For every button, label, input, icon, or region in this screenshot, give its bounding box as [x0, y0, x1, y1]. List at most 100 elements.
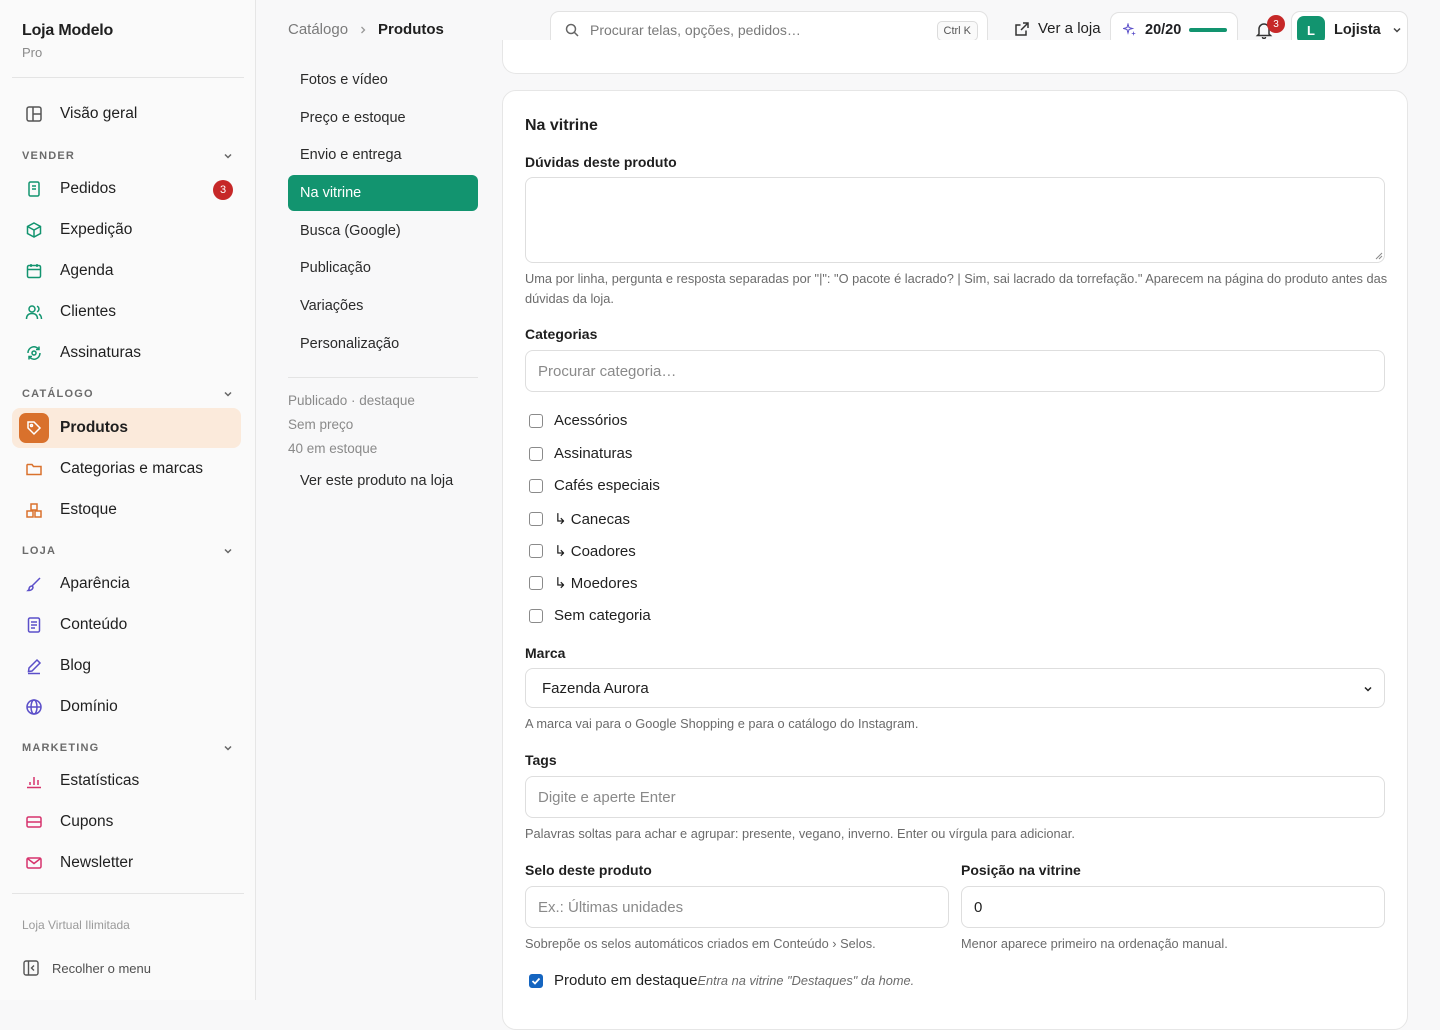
subnav-item-envio[interactable]: Envio e entrega — [288, 137, 478, 173]
checkbox[interactable] — [529, 413, 543, 428]
sidebar-item-label: Conteúdo — [60, 616, 128, 633]
breadcrumb: Catálogo Produtos — [288, 21, 444, 38]
sidebar-item-blog[interactable]: Blog — [12, 647, 241, 685]
checkbox-checked[interactable] — [529, 973, 543, 988]
sidebar-item-clientes[interactable]: Clientes — [12, 293, 241, 331]
category-checkbox[interactable]: ↳ Canecas — [529, 510, 630, 528]
checkbox[interactable] — [529, 512, 543, 526]
sidebar-item-overview[interactable]: Visão geral — [12, 95, 241, 133]
position-help: Menor aparece primeiro na ordenação manu… — [961, 936, 1228, 951]
view-store-link[interactable]: Ver a loja — [1014, 20, 1101, 37]
sidebar-item-categorias[interactable]: Categorias e marcas — [12, 450, 241, 488]
category-label: ↳ Coadores — [554, 543, 636, 560]
divider — [288, 377, 478, 378]
chevron-down-icon — [1364, 686, 1372, 692]
checkbox[interactable] — [529, 576, 543, 590]
section-title: VENDER — [22, 150, 76, 162]
resize-handle-icon[interactable] — [1375, 252, 1383, 260]
user-name: Lojista — [1334, 22, 1381, 38]
sidebar-item-label: Estatísticas — [60, 772, 140, 789]
chevron-down-icon — [224, 548, 232, 554]
brand-select[interactable]: Fazenda Aurora — [525, 668, 1385, 708]
quota-progress-fill — [1189, 28, 1228, 32]
section-title: CATÁLOGO — [22, 388, 94, 400]
sidebar-item-label: Agenda — [60, 262, 114, 279]
category-checkbox[interactable]: Sem categoria — [529, 607, 651, 624]
sidebar-item-produtos[interactable]: Produtos — [12, 408, 241, 448]
sidebar-item-cupons[interactable]: Cupons — [12, 803, 241, 841]
sidebar-item-conteudo[interactable]: Conteúdo — [12, 606, 241, 644]
sidebar-item-label: Produtos — [60, 419, 129, 436]
brand-select-value: Fazenda Aurora — [542, 679, 649, 697]
breadcrumb-parent[interactable]: Catálogo — [288, 21, 348, 38]
brand-plan: Pro — [22, 45, 43, 60]
section-title: Na vitrine — [525, 117, 598, 134]
subnav-item-publicacao[interactable]: Publicação — [288, 250, 478, 286]
category-checkbox[interactable]: Acessórios — [529, 412, 627, 429]
sidebar-item-label: Cupons — [60, 813, 114, 830]
brand: Loja Modelo Pro — [22, 22, 113, 60]
collapse-menu-button[interactable]: Recolher o menu — [22, 959, 151, 977]
sidebar-item-assinaturas[interactable]: Assinaturas — [12, 334, 241, 372]
category-checkbox[interactable]: Cafés especiais — [529, 477, 660, 494]
sidebar-item-aparencia[interactable]: Aparência — [12, 565, 241, 603]
sidebar: Loja Modelo Pro Visão geral VENDER Pedid… — [0, 0, 256, 1000]
quota-progress — [1189, 28, 1228, 32]
position-label: Posição na vitrine — [961, 862, 1081, 878]
collapse-label: Recolher o menu — [52, 960, 151, 976]
tags-help: Palavras soltas para achar e agrupar: pr… — [525, 826, 1075, 841]
section-vender-toggle[interactable]: VENDER — [22, 150, 234, 162]
checkmark-icon — [531, 977, 541, 985]
sidebar-item-label: Expedição — [60, 221, 133, 238]
sidebar-item-estoque[interactable]: Estoque — [12, 491, 241, 529]
category-checkbox[interactable]: ↳ Coadores — [529, 542, 636, 560]
sidebar-item-label: Blog — [60, 657, 92, 674]
sidebar-item-agenda[interactable]: Agenda — [12, 252, 241, 290]
sidebar-item-estatisticas[interactable]: Estatísticas — [12, 762, 241, 800]
sidebar-item-pedidos[interactable]: Pedidos 3 — [12, 170, 241, 208]
featured-help: Entra na vitrine "Destaques" da home. — [697, 973, 915, 988]
subnav-item-vitrine[interactable]: Na vitrine — [288, 175, 478, 211]
product-section-nav: Fotos e vídeo Preço e estoque Envio e en… — [256, 60, 502, 1000]
checkbox[interactable] — [529, 446, 543, 461]
subnav-item-variacoes[interactable]: Variações — [288, 288, 478, 324]
faq-help: Uma por linha, pergunta e resposta separ… — [525, 271, 1388, 306]
checkbox[interactable] — [529, 608, 543, 623]
seal-input[interactable]: Ex.: Últimas unidades — [525, 886, 949, 928]
sidebar-item-label: Domínio — [60, 698, 118, 715]
checkbox[interactable] — [529, 478, 543, 493]
category-checkbox[interactable]: Assinaturas — [529, 445, 632, 462]
category-search-input[interactable]: Procurar categoria… — [525, 350, 1385, 392]
featured-checkbox[interactable]: Produto em destaque Entra na vitrine "De… — [529, 972, 914, 989]
section-marketing-toggle[interactable]: MARKETING — [22, 742, 234, 754]
category-label: Acessórios — [554, 412, 628, 429]
category-checkbox[interactable]: ↳ Moedores — [529, 574, 637, 592]
category-label: ↳ Canecas — [554, 511, 630, 528]
sidebar-item-expedicao[interactable]: Expedição — [12, 211, 241, 249]
subnav-item-fotos[interactable]: Fotos e vídeo — [288, 62, 478, 98]
sidebar-item-label: Assinaturas — [60, 344, 141, 361]
category-label: ↳ Moedores — [554, 575, 638, 592]
tags-input[interactable]: Digite e aperte Enter — [525, 776, 1385, 818]
section-loja-toggle[interactable]: LOJA — [22, 545, 234, 557]
notifications-button[interactable]: 3 — [1252, 15, 1285, 42]
subnav-item-preco[interactable]: Preço e estoque — [288, 100, 478, 136]
section-catalogo-toggle[interactable]: CATÁLOGO — [22, 388, 234, 400]
faq-textarea[interactable] — [525, 177, 1385, 263]
product-status: Publicado · destaque — [288, 393, 415, 408]
sidebar-item-label: Categorias e marcas — [60, 460, 204, 477]
search-shortcut: Ctrl K — [936, 21, 978, 41]
tags-label: Tags — [525, 752, 557, 768]
sidebar-item-dominio[interactable]: Domínio — [12, 688, 241, 726]
layout-icon — [22, 102, 46, 126]
checkbox[interactable] — [529, 544, 543, 558]
sidebar-item-newsletter[interactable]: Newsletter — [12, 844, 241, 882]
view-product-link[interactable]: Ver este produto na loja — [288, 463, 488, 499]
faq-label: Dúvidas deste produto — [525, 154, 677, 170]
subnav-item-busca[interactable]: Busca (Google) — [288, 213, 478, 249]
chevron-down-icon — [224, 391, 232, 397]
globe-icon — [22, 695, 46, 719]
position-input[interactable]: 0 — [961, 886, 1385, 928]
subnav-item-personalizacao[interactable]: Personalização — [288, 326, 478, 362]
pen-icon — [22, 654, 46, 678]
